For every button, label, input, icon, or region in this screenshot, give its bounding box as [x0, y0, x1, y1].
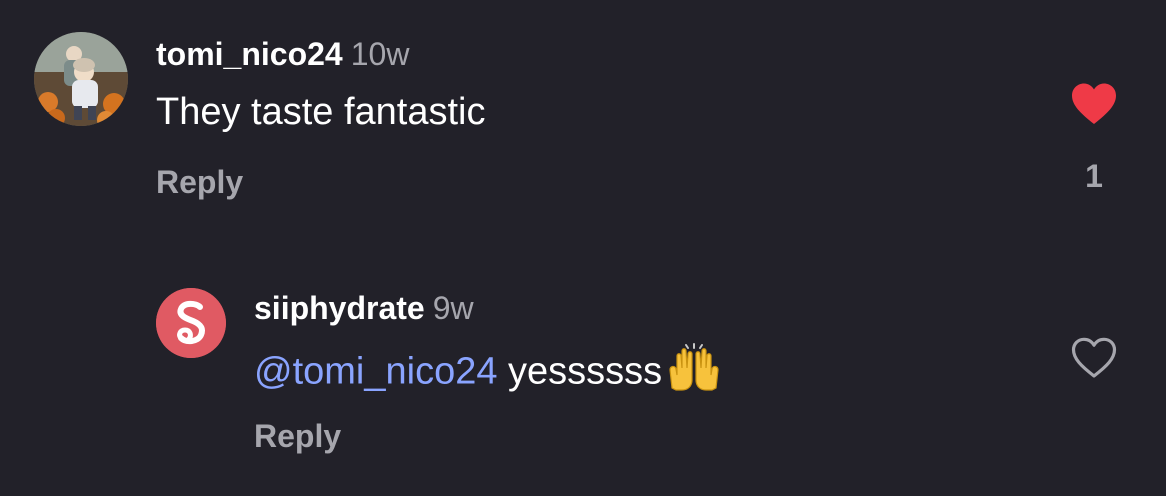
username[interactable]: siiphydrate — [254, 290, 425, 326]
avatar[interactable] — [34, 32, 128, 126]
mention-link[interactable]: @tomi_nico24 — [254, 351, 497, 393]
like-count: 1 — [1085, 158, 1103, 194]
comment-item: tomi_nico24 10w They taste fantastic Repl… — [0, 0, 1166, 230]
comment-header: siiphydrate 9w — [254, 290, 474, 326]
avatar-photo — [34, 32, 128, 126]
comment-text: @tomi_nico24 yessssss — [254, 342, 722, 405]
timestamp: 10w — [350, 36, 410, 72]
like-button[interactable] — [1070, 336, 1118, 380]
heart-outline-icon — [1071, 337, 1117, 378]
timestamp: 9w — [432, 290, 474, 326]
comment-header: tomi_nico24 10w — [156, 36, 409, 72]
reply-button[interactable]: Reply — [254, 418, 341, 454]
raising-hands-emoji — [666, 342, 722, 405]
reply-item: siiphydrate 9w @tomi_nico24 yessssss Repl… — [0, 270, 1166, 496]
username[interactable]: tomi_nico24 — [156, 36, 343, 72]
siiphydrate-logo-icon — [156, 288, 226, 358]
comment-text: They taste fantastic — [156, 91, 486, 133]
reply-button[interactable]: Reply — [156, 164, 243, 200]
like-button[interactable] — [1070, 82, 1118, 126]
avatar[interactable] — [156, 288, 226, 358]
comment-body: yessssss — [508, 350, 663, 393]
heart-filled-icon — [1072, 83, 1116, 124]
